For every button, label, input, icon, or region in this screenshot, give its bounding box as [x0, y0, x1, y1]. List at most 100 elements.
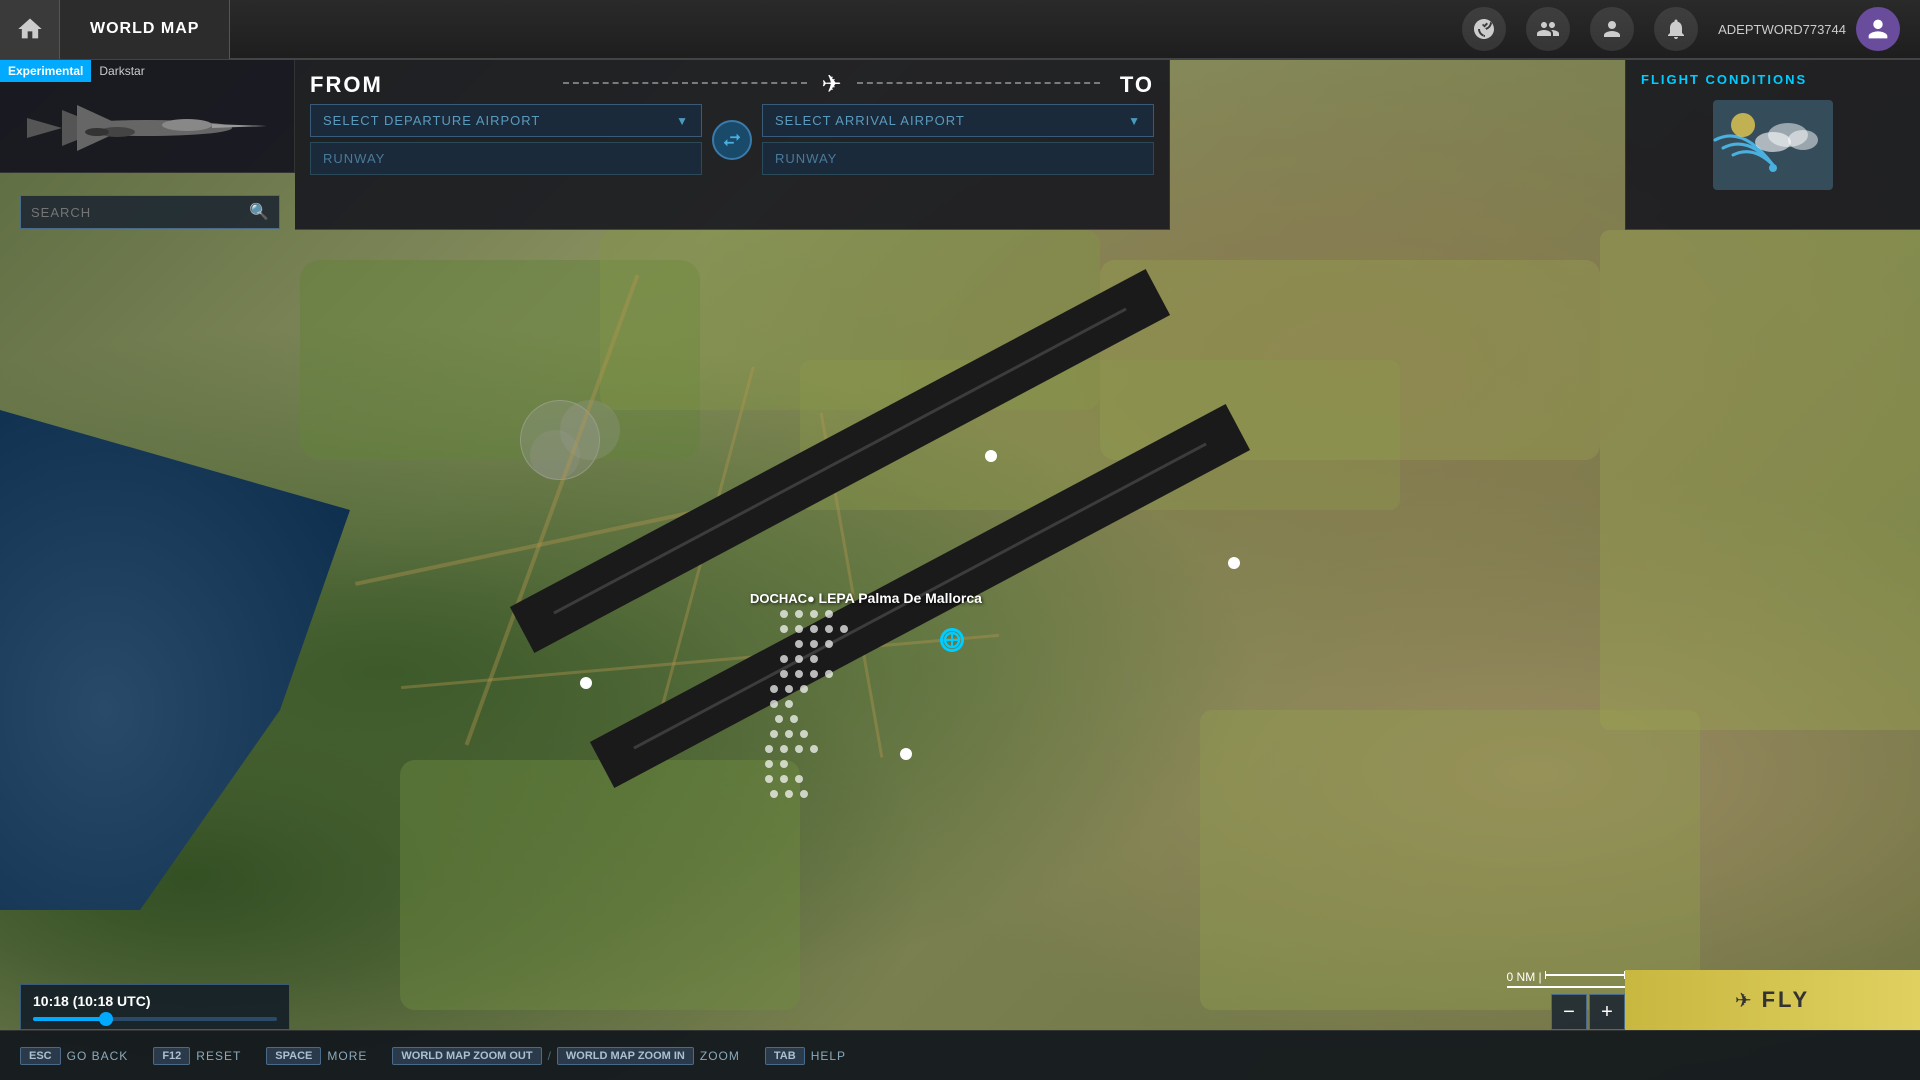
tab-key[interactable]: TAB [765, 1047, 805, 1065]
slider-thumb[interactable] [99, 1012, 113, 1026]
terminal-dot [795, 640, 803, 648]
terminal-dot [800, 730, 808, 738]
profile-icon-button[interactable] [1590, 7, 1634, 51]
weather-icon [1713, 100, 1833, 190]
runway-dot-3 [1228, 557, 1240, 569]
arrival-placeholder: SELECT ARRIVAL AIRPORT [775, 113, 965, 128]
airport-icon [940, 628, 964, 652]
terminal-dot [810, 625, 818, 633]
reset-label: RESET [196, 1049, 241, 1063]
terminal-dot [765, 745, 773, 753]
arrival-runway-field[interactable]: RUNWAY [762, 142, 1154, 175]
terminal-dot [800, 685, 808, 693]
swap-airports-button[interactable] [712, 120, 752, 160]
terminal-dot [780, 670, 788, 678]
experimental-tag: Experimental [0, 60, 91, 82]
flight-header: FROM ✈ TO SELECT DEPARTURE AIRPORT ▼ RUN… [295, 60, 1170, 230]
slider-track [33, 1017, 277, 1021]
terminal-dot [810, 670, 818, 678]
to-label: TO [1120, 72, 1154, 98]
search-icon[interactable]: 🔍 [249, 202, 269, 222]
esc-key[interactable]: ESC [20, 1047, 61, 1065]
search-box: 🔍 [20, 195, 280, 229]
topbar-icons: ADEPTWORD773744 [1462, 7, 1920, 51]
terminal-dot [785, 730, 793, 738]
terminal-dot [825, 670, 833, 678]
departure-chevron-icon: ▼ [676, 114, 689, 128]
terminal-dot [780, 625, 788, 633]
departure-placeholder: SELECT DEPARTURE AIRPORT [323, 113, 540, 128]
terminal-dot [795, 670, 803, 678]
terminal-dot [795, 775, 803, 783]
airport-name: LEPA Palma De Mallorca [819, 590, 982, 606]
arrival-runway-label: RUNWAY [775, 151, 837, 166]
zoom-controls: 0 NM | − + [1507, 969, 1625, 1030]
scale-text: 0 NM | [1507, 970, 1542, 984]
terminal-dot [810, 745, 818, 753]
community-icon-button[interactable] [1526, 7, 1570, 51]
terminal-dot [780, 655, 788, 663]
fly-label: FLY [1762, 987, 1811, 1013]
from-label: FROM [310, 72, 553, 98]
help-label: HELP [811, 1049, 846, 1063]
departure-airport-dropdown[interactable]: SELECT DEPARTURE AIRPORT ▼ [310, 104, 702, 137]
more-label: MORE [327, 1049, 367, 1063]
terminal-dot [795, 625, 803, 633]
terminal-dot [780, 775, 788, 783]
f12-key[interactable]: F12 [153, 1047, 190, 1065]
target-icon-button[interactable] [1462, 7, 1506, 51]
world-map-label: WORLD MAP [90, 20, 199, 38]
user-info[interactable]: ADEPTWORD773744 [1718, 7, 1900, 51]
departure-runway-field[interactable]: RUNWAY [310, 142, 702, 175]
time-slider[interactable] [33, 1017, 277, 1021]
departure-runway-label: RUNWAY [323, 151, 385, 166]
space-key[interactable]: SPACE [266, 1047, 321, 1065]
terrain-patch-5 [400, 760, 800, 1010]
zoom-out-key[interactable]: WORLD MAP ZOOM OUT [392, 1047, 541, 1065]
terminal-dot [795, 610, 803, 618]
terminal-dot [790, 715, 798, 723]
user-avatar [1856, 7, 1900, 51]
aircraft-image [0, 82, 294, 167]
airport-code: DOCHAC● [750, 591, 819, 606]
from-to-bar: FROM ✈ TO [295, 60, 1169, 104]
arrival-airport-dropdown[interactable]: SELECT ARRIVAL AIRPORT ▼ [762, 104, 1154, 137]
aircraft-name: Darkstar [91, 60, 152, 82]
fly-button[interactable]: ✈ FLY [1625, 970, 1920, 1030]
terminal-dot [810, 640, 818, 648]
terminal-dot [780, 610, 788, 618]
terminal-dot [765, 760, 773, 768]
airport-symbol [943, 631, 961, 649]
flight-path-line [563, 82, 806, 84]
airport-label: DOCHAC● LEPA Palma De Mallorca [750, 590, 982, 606]
home-button[interactable] [0, 0, 60, 59]
more-shortcut: SPACE MORE [266, 1047, 367, 1065]
search-input[interactable] [31, 205, 249, 220]
terminal-dot [800, 790, 808, 798]
fly-plane-icon: ✈ [1735, 988, 1752, 1013]
terminal-dot [770, 700, 778, 708]
reset-shortcut: F12 RESET [153, 1047, 241, 1065]
time-bar: 10:18 (10:18 UTC) [20, 984, 290, 1030]
zoom-in-button[interactable]: + [1589, 994, 1625, 1030]
terminal-dot [775, 715, 783, 723]
runway-dot-1 [985, 450, 997, 462]
topbar: WORLD MAP ADEPTWORD773744 [0, 0, 1920, 60]
zoom-in-key[interactable]: WORLD MAP ZOOM IN [557, 1047, 694, 1065]
terrain-patch-6 [1200, 710, 1700, 1010]
zoom-shortcut: WORLD MAP ZOOM OUT / WORLD MAP ZOOM IN Z… [392, 1047, 740, 1065]
world-map-tab[interactable]: WORLD MAP [60, 0, 230, 59]
terminal-dot [810, 655, 818, 663]
slider-fill [33, 1017, 106, 1021]
zoom-out-button[interactable]: − [1551, 994, 1587, 1030]
time-display: 10:18 (10:18 UTC) [33, 993, 277, 1009]
departure-selector: SELECT DEPARTURE AIRPORT ▼ RUNWAY [310, 104, 702, 175]
notifications-icon-button[interactable] [1654, 7, 1698, 51]
zoom-label: ZOOM [700, 1049, 740, 1063]
terminal-dot [825, 640, 833, 648]
terminal-dot [795, 655, 803, 663]
terminal-dot [770, 685, 778, 693]
aircraft-panel: Experimental Darkstar [0, 60, 295, 173]
airport-circle-icon [940, 628, 964, 652]
sea-area [0, 410, 350, 910]
